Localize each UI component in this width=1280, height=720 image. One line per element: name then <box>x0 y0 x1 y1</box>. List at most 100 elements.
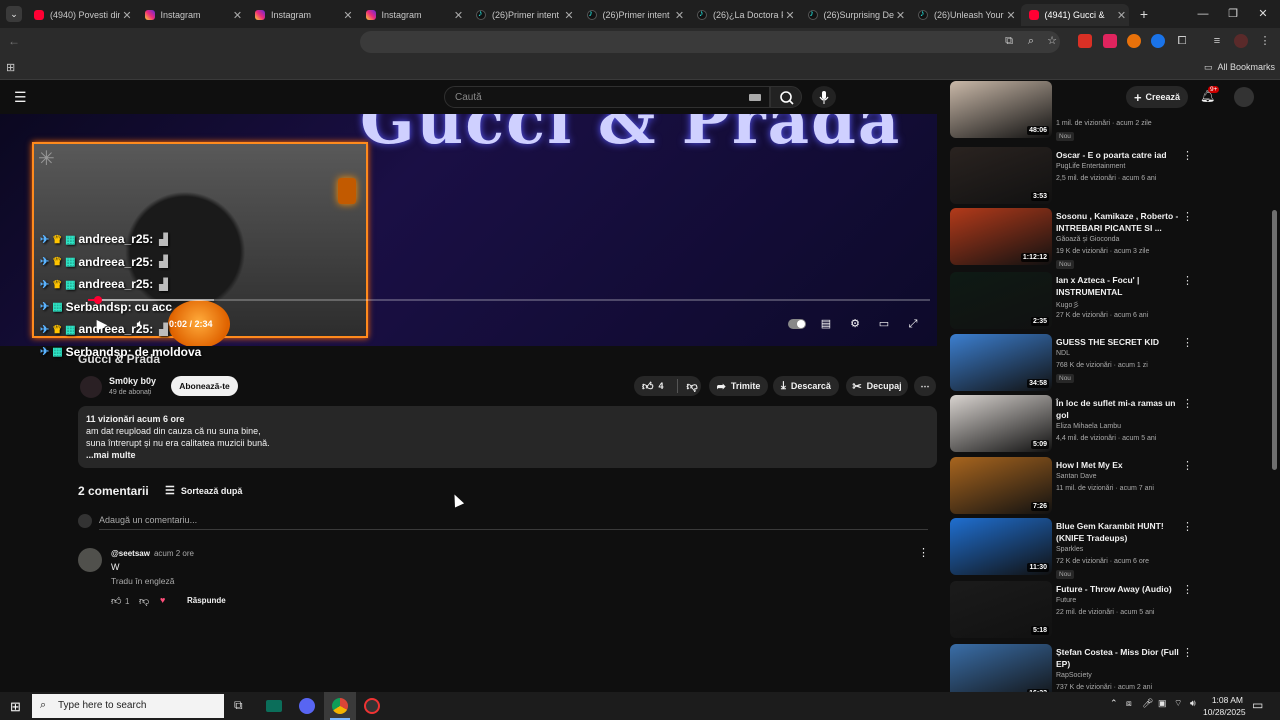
video-thumbnail[interactable]: 5:18 <box>950 581 1052 638</box>
apps-grid-icon[interactable]: ⊞ <box>6 61 15 74</box>
scrollbar-thumb[interactable] <box>1272 210 1277 470</box>
tray-camera-icon[interactable]: ▣ <box>1158 698 1167 709</box>
restore-button[interactable]: ❐ <box>1218 4 1248 24</box>
tray-wifi-icon[interactable]: ⌔ <box>1174 698 1182 709</box>
fullscreen-icon[interactable]: ⤢ <box>905 317 921 331</box>
task-view-icon[interactable]: ⧉ <box>234 698 243 713</box>
settings-gear-icon[interactable]: ⚙ <box>847 317 863 331</box>
comment-time[interactable]: acum 2 ore <box>154 549 194 558</box>
recommended-title[interactable]: How I Met My Ex <box>1056 459 1181 471</box>
browser-tab[interactable]: (26)Surprising De✕ <box>800 4 908 26</box>
video-thumbnail[interactable]: 2:35 <box>950 272 1052 329</box>
recommended-kebab-icon[interactable]: ⋮ <box>1182 459 1193 472</box>
tab-close-icon[interactable]: ✕ <box>1004 9 1018 22</box>
tab-close-icon[interactable]: ✕ <box>673 9 687 22</box>
recommended-video[interactable]: 5:18 Future - Throw Away (Audio) ⋮ Future 22… <box>950 581 1260 639</box>
discord-icon[interactable] <box>299 698 315 714</box>
extensions-puzzle-icon[interactable]: ⧠ <box>1175 34 1189 48</box>
sort-comments-button[interactable]: ☰ Sortează după <box>165 484 242 497</box>
recommended-video[interactable]: 5:09 În loc de suflet mi-a ramas un gol ⋮ E… <box>950 395 1260 453</box>
voice-search-button[interactable] <box>812 86 836 108</box>
recommended-kebab-icon[interactable]: ⋮ <box>1182 210 1193 223</box>
extension-orange-icon[interactable] <box>1127 34 1141 48</box>
minimize-button[interactable]: — <box>1188 4 1218 24</box>
taskbar-app-1-icon[interactable] <box>266 700 282 712</box>
tab-close-icon[interactable]: ✕ <box>1115 9 1129 22</box>
notification-center-icon[interactable]: ▭ <box>1252 698 1263 712</box>
subscribe-button[interactable]: Abonează-te <box>171 376 238 396</box>
tray-network-icon[interactable]: ⧈ <box>1126 698 1132 709</box>
recommended-kebab-icon[interactable]: ⋮ <box>1182 646 1193 659</box>
hamburger-menu-icon[interactable]: ☰ <box>14 89 27 106</box>
browser-tab[interactable]: (26)Unleash Your✕ <box>910 4 1018 26</box>
video-progress-bar[interactable] <box>88 296 930 304</box>
extension-blue-icon[interactable] <box>1151 34 1165 48</box>
recommended-channel[interactable]: Santan Dave <box>1056 473 1096 480</box>
progress-scrubber[interactable] <box>94 296 102 304</box>
recommended-channel[interactable]: Găoază și Gioconda <box>1056 236 1119 243</box>
recommended-title[interactable]: Blue Gem Karambit HUNT! (KNIFE Tradeups) <box>1056 520 1181 544</box>
recommended-kebab-icon[interactable]: ⋮ <box>1182 149 1193 162</box>
omnibox[interactable] <box>360 31 1060 53</box>
tab-close-icon[interactable]: ✕ <box>120 9 134 22</box>
share-button[interactable]: ➦ Trimite <box>709 376 768 396</box>
cast-icon[interactable]: ⧉ <box>1002 34 1016 48</box>
recommended-kebab-icon[interactable]: ⋮ <box>1182 274 1193 287</box>
tray-mic-icon[interactable]: 🎤︎ <box>1142 698 1153 709</box>
video-thumbnail[interactable]: 11:30 <box>950 518 1052 575</box>
create-button[interactable]: + Creează <box>1126 86 1188 108</box>
user-avatar[interactable] <box>1234 87 1254 107</box>
recommended-video[interactable]: 3:53 Oscar - E o poarta catre iad ⋮ PugLife… <box>950 147 1260 205</box>
recommended-kebab-icon[interactable]: ⋮ <box>1182 583 1193 596</box>
taskbar-search-input[interactable]: ⌕ Type here to search <box>32 694 224 718</box>
tray-chevron-icon[interactable]: ⌃ <box>1110 698 1118 709</box>
channel-avatar[interactable] <box>80 376 102 398</box>
video-thumbnail[interactable]: 1:12:12 <box>950 208 1052 265</box>
tray-volume-icon[interactable]: 🔊︎ <box>1190 698 1196 709</box>
browser-tab[interactable]: Instagram ✕ <box>137 4 245 26</box>
video-thumbnail[interactable]: 34:58 <box>950 334 1052 391</box>
recommended-title[interactable]: În loc de suflet mi-a ramas un gol <box>1056 397 1181 421</box>
browser-tab[interactable]: (26)¿La Doctora P✕ <box>689 4 797 26</box>
comment-kebab-icon[interactable]: ⋮ <box>918 546 929 559</box>
comment-dislike-icon[interactable]: 👎︎ <box>139 595 149 607</box>
recommended-kebab-icon[interactable]: ⋮ <box>1182 336 1193 349</box>
taskbar-app-2-icon[interactable] <box>364 698 380 714</box>
recommended-video[interactable]: 11:30 Blue Gem Karambit HUNT! (KNIFE Trad… <box>950 518 1260 579</box>
reply-button[interactable]: Răspunde <box>187 596 226 605</box>
back-icon[interactable]: ← <box>8 34 20 48</box>
recommended-channel[interactable]: Future <box>1056 597 1076 604</box>
browser-tab[interactable]: (4940) Povesti din ✕ <box>26 4 134 26</box>
search-input[interactable]: Caută <box>444 86 770 108</box>
channel-name[interactable]: Sm0ky b0y <box>109 376 156 386</box>
browser-tab[interactable]: (26)Primer intent✕ <box>468 4 576 26</box>
chrome-taskbar-active[interactable] <box>324 692 356 720</box>
clock-date[interactable]: 10/28/2025 <box>1203 707 1246 717</box>
windows-start-icon[interactable]: ⊞ <box>10 699 21 715</box>
clock-time[interactable]: 1:08 AM <box>1203 695 1243 705</box>
recommended-title[interactable]: Ian x Azteca - Focu' | INSTRUMENTAL <box>1056 274 1181 298</box>
recommended-video[interactable]: 1:12:12 Sosonu , Kamikaze , Roberto - INT… <box>950 208 1260 269</box>
recommended-channel[interactable]: PugLife Entertainment <box>1056 163 1125 170</box>
recommended-title[interactable]: Oscar - E o poarta catre iad <box>1056 149 1181 161</box>
autoplay-toggle[interactable] <box>788 319 806 329</box>
translate-link[interactable]: Tradu în engleză <box>111 576 174 586</box>
recommended-channel[interactable]: Kugo彡 <box>1056 300 1079 310</box>
tab-close-icon[interactable]: ✕ <box>894 9 908 22</box>
reading-list-icon[interactable]: ≡ <box>1210 34 1224 48</box>
recommended-video[interactable]: 2:35 Ian x Azteca - Focu' | INSTRUMENTAL ⋮… <box>950 272 1260 330</box>
show-more-link[interactable]: ...mai multe <box>86 449 929 461</box>
tab-close-icon[interactable]: ✕ <box>783 9 797 22</box>
subtitles-icon[interactable]: ▤ <box>818 317 834 331</box>
recommended-title[interactable]: GUESS THE SECRET KID <box>1056 336 1181 348</box>
zoom-icon[interactable]: ⌕ <box>1024 34 1038 48</box>
tab-search-dropdown-icon[interactable]: ⌄ <box>6 6 22 22</box>
description-box[interactable]: 11 vizionări acum 6 ore am dat reupload … <box>78 406 937 468</box>
recommended-channel[interactable]: Sparkles <box>1056 546 1083 553</box>
page-scrollbar[interactable] <box>1271 114 1277 692</box>
tab-close-icon[interactable]: ✕ <box>341 9 355 22</box>
tab-close-icon[interactable]: ✕ <box>452 9 466 22</box>
tab-close-icon[interactable]: ✕ <box>231 9 245 22</box>
recommended-title[interactable]: Sosonu , Kamikaze , Roberto - INTREBARI … <box>1056 210 1181 234</box>
like-count[interactable]: 4 <box>659 381 664 391</box>
